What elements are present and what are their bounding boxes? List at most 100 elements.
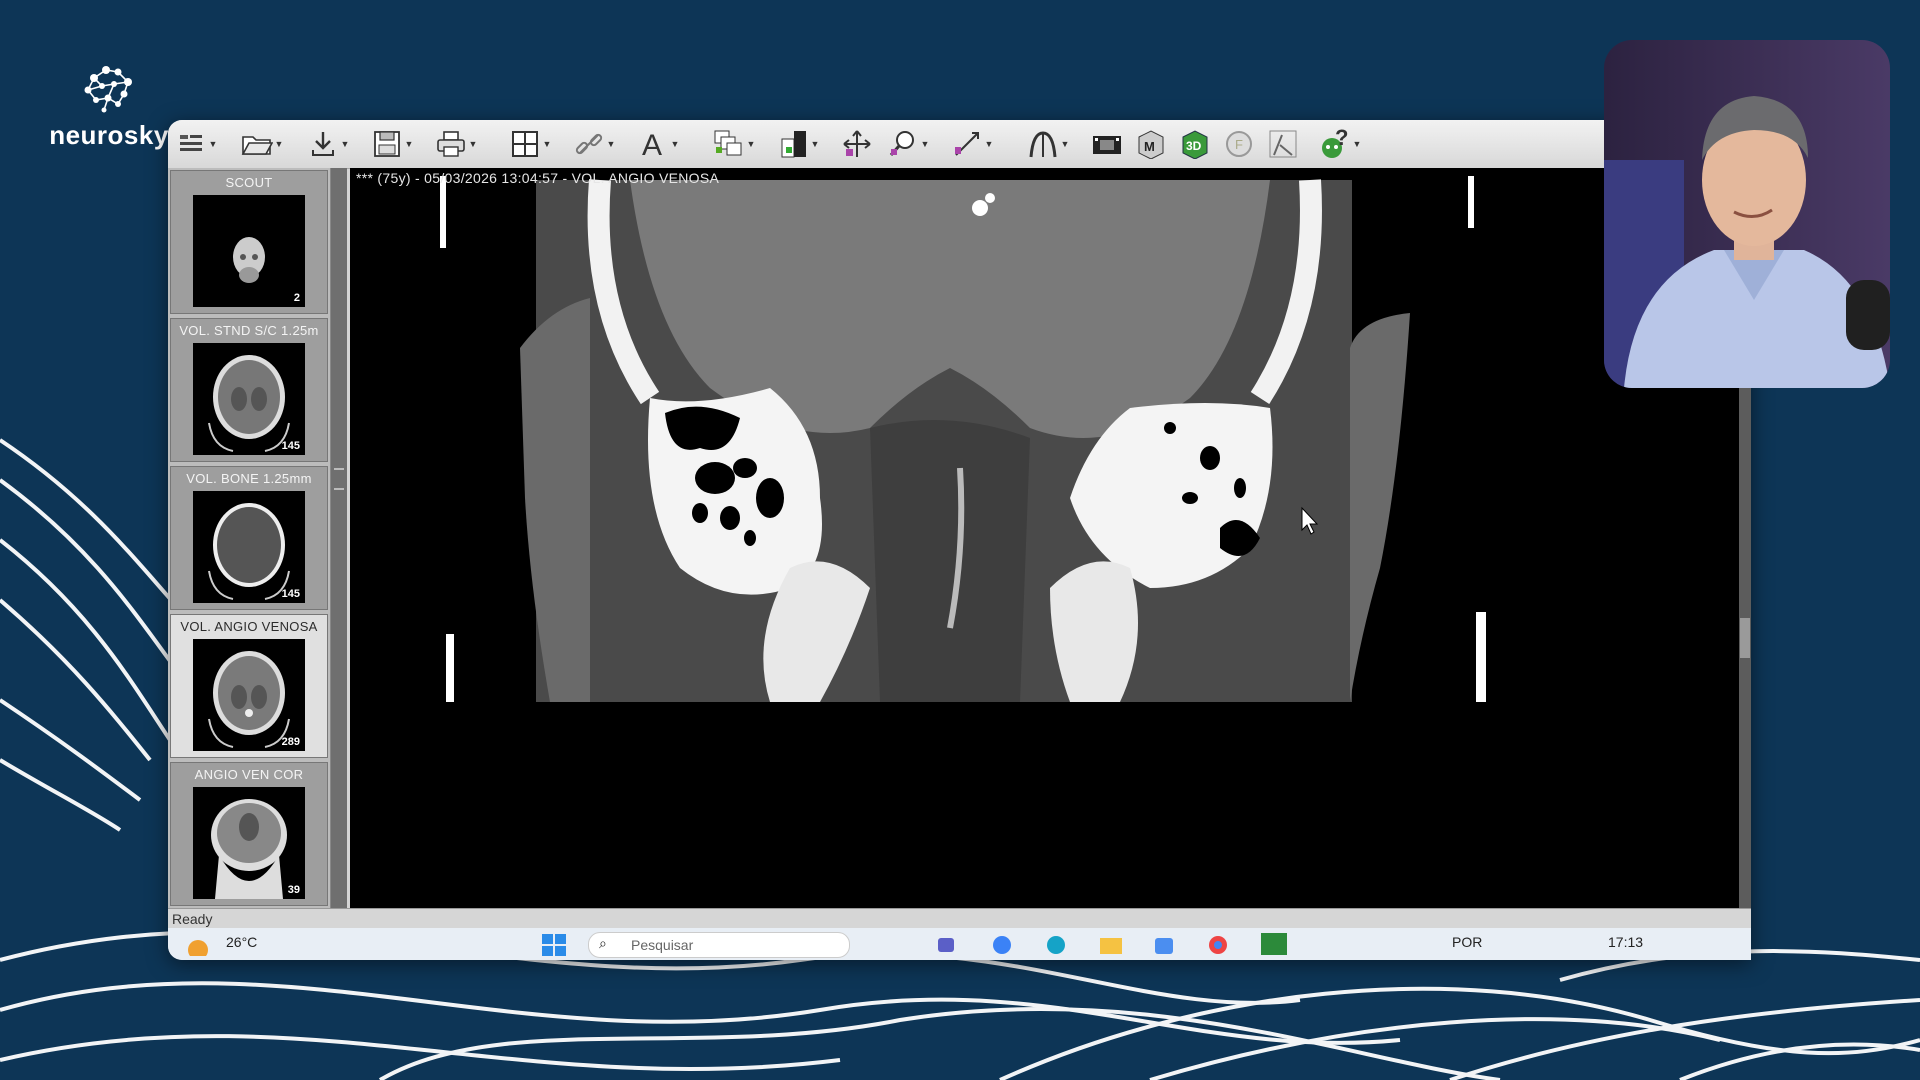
- print-button[interactable]: ▼: [434, 126, 478, 162]
- chrome-icon[interactable]: [1206, 934, 1230, 959]
- open-dropdown-arrow[interactable]: ▼: [274, 139, 284, 149]
- series-item[interactable]: SCOUT 2: [170, 170, 328, 314]
- store-icon[interactable]: [1152, 934, 1176, 959]
- scrollbar-thumb[interactable]: [1740, 618, 1750, 658]
- menu-button[interactable]: ▼: [174, 126, 218, 162]
- search-icon: ⌕: [599, 935, 607, 951]
- image-count: 2: [293, 292, 300, 304]
- window-level-dropdown-arrow[interactable]: ▼: [810, 139, 820, 149]
- copy-series-button[interactable]: ▼: [712, 126, 756, 162]
- image-count: 289: [281, 736, 300, 748]
- reference-lines-button[interactable]: ▼: [1026, 126, 1070, 162]
- search-placeholder: Pesquisar: [631, 937, 694, 953]
- series-label: VOL. BONE 1.25mm: [186, 471, 312, 486]
- start-icon[interactable]: [542, 934, 568, 959]
- series-thumbnail: 145: [193, 491, 305, 603]
- copy-series-dropdown-arrow[interactable]: ▼: [746, 139, 756, 149]
- measure-dropdown-arrow[interactable]: ▼: [984, 139, 994, 149]
- brand-name: neurosky: [49, 120, 169, 150]
- layout-button[interactable]: ▼: [508, 126, 552, 162]
- print-icon: [437, 131, 465, 157]
- image-count: 145: [281, 440, 300, 452]
- toolbar: ▼ ▼ ▼ ▼ ▼ ▼ ▼ A ▼ ▼ ▼ ▼ ▼ ▼ M 3D F ? ▼: [168, 120, 1751, 169]
- annotation-button[interactable]: A ▼: [636, 126, 680, 162]
- open-folder-icon: [241, 136, 273, 155]
- series-label: SCOUT: [225, 175, 273, 190]
- svg-text:3D: 3D: [1186, 139, 1202, 153]
- splitter-grip[interactable]: [334, 468, 344, 490]
- measure-button[interactable]: ▼: [950, 126, 994, 162]
- curved-mpr-button[interactable]: [1266, 126, 1300, 162]
- window-level-button[interactable]: ▼: [776, 126, 820, 162]
- zoom-button[interactable]: ▼: [886, 126, 930, 162]
- save-dropdown-arrow[interactable]: ▼: [404, 139, 414, 149]
- series-item[interactable]: ANGIO VEN COR 39: [170, 762, 328, 906]
- status-text: Ready: [172, 911, 213, 927]
- edge-icon[interactable]: [1044, 934, 1068, 959]
- fusion-icon: F: [1226, 131, 1252, 157]
- print-dropdown-arrow[interactable]: ▼: [468, 139, 478, 149]
- radiant-app-icon[interactable]: [1260, 932, 1288, 959]
- mpr-icon: M: [1138, 130, 1164, 159]
- os-taskbar: 26°C ⌕ Pesquisar POR 17:13: [168, 928, 1751, 960]
- menu-icon: [180, 135, 202, 151]
- layout-dropdown-arrow[interactable]: ▼: [542, 139, 552, 149]
- series-item-selected[interactable]: VOL. ANGIO VENOSA 289: [170, 614, 328, 758]
- annotation-dropdown-arrow[interactable]: ▼: [670, 139, 680, 149]
- cine-icon: [1093, 136, 1121, 154]
- svg-text:F: F: [1235, 137, 1243, 152]
- image-viewport[interactable]: *** (75y) - 05/03/2026 13:04:57 - VOL. A…: [350, 168, 1739, 908]
- weather-icon[interactable]: [186, 936, 212, 960]
- language-indicator[interactable]: POR: [1452, 934, 1482, 950]
- teams-icon[interactable]: [936, 934, 960, 959]
- pan-button[interactable]: [840, 126, 874, 162]
- save-button[interactable]: ▼: [370, 126, 414, 162]
- import-button[interactable]: ▼: [306, 126, 350, 162]
- series-label: VOL. ANGIO VENOSA: [180, 619, 318, 634]
- taskbar-search[interactable]: ⌕ Pesquisar: [588, 932, 850, 958]
- clock-time[interactable]: 17:13: [1608, 934, 1643, 950]
- series-label: VOL. STND S/C 1.25m: [179, 323, 319, 338]
- help-icon: ?: [1322, 128, 1348, 158]
- download-icon: [312, 132, 334, 156]
- import-dropdown-arrow[interactable]: ▼: [340, 139, 350, 149]
- fusion-button[interactable]: F: [1222, 126, 1256, 162]
- status-bar: Ready: [168, 908, 1751, 929]
- weather-temp[interactable]: 26°C: [226, 934, 257, 950]
- image-count: 39: [287, 884, 300, 896]
- panel-splitter[interactable]: [331, 168, 347, 908]
- series-item[interactable]: VOL. BONE 1.25mm 145: [170, 466, 328, 610]
- help-dropdown-arrow[interactable]: ▼: [1352, 139, 1362, 149]
- series-thumbnail: 2: [193, 195, 305, 307]
- open-button[interactable]: ▼: [240, 126, 284, 162]
- 3d-button[interactable]: 3D: [1178, 126, 1212, 162]
- measure-icon: [955, 132, 979, 156]
- viewport-header: *** (75y) - 05/03/2026 13:04:57 - VOL. A…: [356, 170, 720, 186]
- link-dropdown-arrow[interactable]: ▼: [606, 139, 616, 149]
- link-button[interactable]: ▼: [572, 126, 616, 162]
- reference-lines-dropdown-arrow[interactable]: ▼: [1060, 139, 1070, 149]
- series-panel: SCOUT 2 VOL. STND S/C 1.25m 145 VOL. BON…: [168, 168, 331, 908]
- cine-button[interactable]: [1090, 126, 1124, 162]
- zoom-icon: [889, 131, 914, 156]
- menu-dropdown-arrow[interactable]: ▼: [208, 139, 218, 149]
- mpr-button[interactable]: M: [1134, 126, 1168, 162]
- text-annotation-icon: A: [642, 129, 662, 159]
- copilot-icon[interactable]: [990, 934, 1014, 959]
- dicom-viewer-window: ▼ ▼ ▼ ▼ ▼ ▼ ▼ A ▼ ▼ ▼ ▼ ▼ ▼ M 3D F ? ▼ S…: [168, 120, 1751, 960]
- series-item[interactable]: VOL. STND S/C 1.25m 145: [170, 318, 328, 462]
- pan-icon: [843, 130, 871, 157]
- help-button[interactable]: ? ▼: [1318, 126, 1362, 162]
- svg-text:M: M: [1144, 139, 1155, 154]
- layout-grid-icon: [512, 131, 538, 157]
- brand-logo: neurosky: [44, 60, 174, 151]
- window-level-icon: [781, 131, 806, 158]
- link-icon: [575, 133, 603, 155]
- series-thumbnail: 289: [193, 639, 305, 751]
- zoom-dropdown-arrow[interactable]: ▼: [920, 139, 930, 149]
- 3d-icon: 3D: [1182, 130, 1208, 159]
- file-explorer-icon[interactable]: [1098, 934, 1124, 959]
- series-label: ANGIO VEN COR: [194, 767, 304, 782]
- save-icon: [374, 131, 400, 157]
- series-thumbnail: 145: [193, 343, 305, 455]
